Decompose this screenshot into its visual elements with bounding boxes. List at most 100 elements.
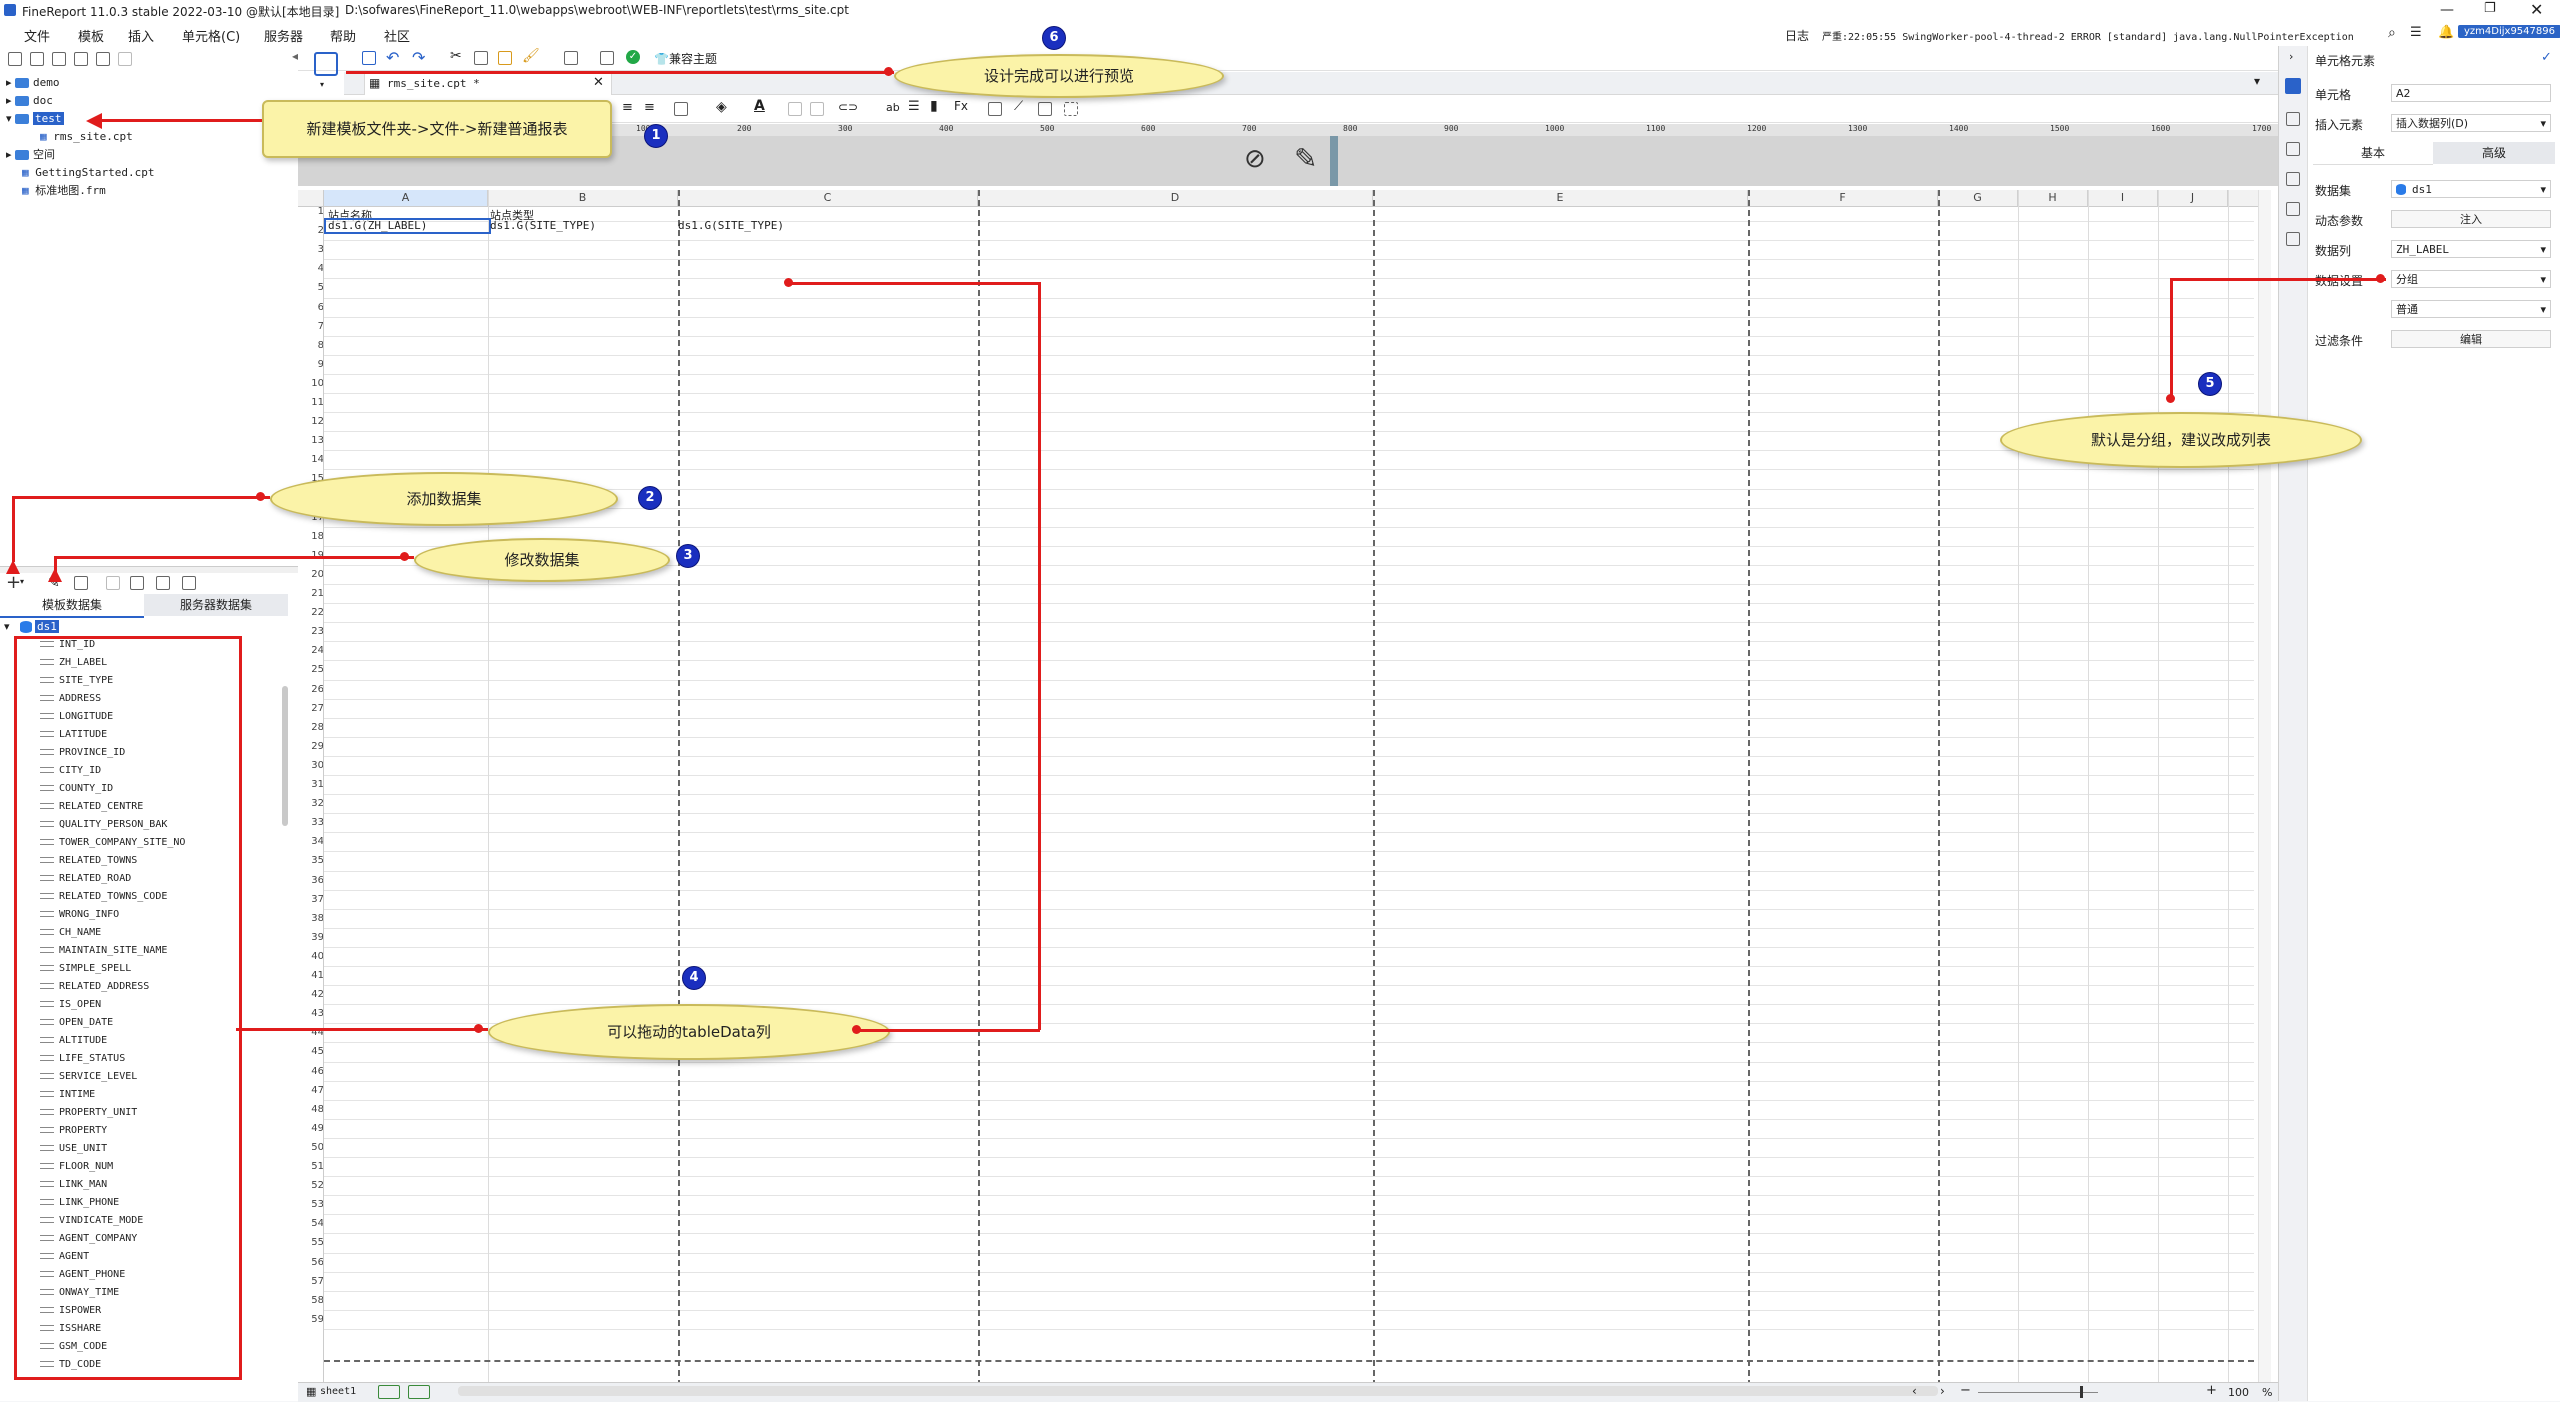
row-number[interactable]: 35 bbox=[298, 855, 324, 866]
dataset-tool-icon[interactable] bbox=[130, 576, 144, 590]
delete-icon[interactable] bbox=[96, 52, 110, 66]
inject-button[interactable]: 注入 bbox=[2391, 210, 2551, 228]
row-number[interactable]: 41 bbox=[298, 970, 324, 981]
merge-icon[interactable] bbox=[788, 102, 802, 116]
panel-divider[interactable] bbox=[0, 566, 298, 573]
cell-B2[interactable]: ds1.G(SITE_TYPE) bbox=[490, 219, 596, 232]
preview-button[interactable] bbox=[314, 52, 338, 76]
row-number[interactable]: 2 bbox=[298, 225, 324, 236]
row-number[interactable]: 7 bbox=[298, 321, 324, 332]
row-number[interactable]: 40 bbox=[298, 951, 324, 962]
column-header[interactable]: A bbox=[324, 190, 488, 206]
zoom-out-icon[interactable]: − bbox=[1960, 1383, 1971, 1398]
restore-icon[interactable]: ❐ bbox=[2484, 1, 2496, 16]
tree-folder-test[interactable]: ▾ test bbox=[6, 110, 64, 128]
tree-folder-space[interactable]: ▸ 空间 bbox=[6, 146, 55, 164]
align-right-icon[interactable]: ≡ bbox=[644, 100, 655, 115]
hyperlink-icon[interactable] bbox=[2286, 232, 2300, 246]
row-number[interactable]: 56 bbox=[298, 1257, 324, 1268]
row-number[interactable]: 36 bbox=[298, 875, 324, 886]
dataset-select[interactable]: ds1 ▾ bbox=[2391, 180, 2551, 198]
collapse-right-icon[interactable]: › bbox=[2289, 50, 2293, 63]
row-number[interactable]: 28 bbox=[298, 722, 324, 733]
tree-file-rms-site[interactable]: ▦ rms_site.cpt bbox=[40, 128, 133, 146]
row-number[interactable]: 45 bbox=[298, 1046, 324, 1057]
row-number[interactable]: 39 bbox=[298, 932, 324, 943]
column-header[interactable]: J bbox=[2158, 190, 2228, 206]
search-icon[interactable]: ⌕ bbox=[2388, 25, 2396, 41]
row-number[interactable]: 32 bbox=[298, 798, 324, 809]
template-icon[interactable] bbox=[564, 51, 578, 65]
row-number[interactable]: 26 bbox=[298, 684, 324, 695]
compat-theme-button[interactable]: 👕兼容主题 bbox=[654, 50, 717, 67]
row-number[interactable]: 31 bbox=[298, 779, 324, 790]
row-number[interactable]: 48 bbox=[298, 1104, 324, 1115]
grid-vertical-scrollbar[interactable] bbox=[2258, 190, 2271, 1386]
row-number[interactable]: 6 bbox=[298, 302, 324, 313]
row-number[interactable]: 27 bbox=[298, 703, 324, 714]
row-number[interactable]: 13 bbox=[298, 435, 324, 446]
tree-file-map[interactable]: ▦ 标准地图.frm bbox=[22, 182, 106, 200]
refresh-icon[interactable] bbox=[52, 52, 66, 66]
style-icon[interactable] bbox=[2286, 142, 2300, 156]
preview-dropdown-icon[interactable]: ▾ bbox=[320, 80, 324, 89]
insert-element-select[interactable]: 插入数据列(D) ▾ bbox=[2391, 114, 2551, 132]
slash-icon[interactable]: ⟋ bbox=[1014, 99, 1023, 114]
prev-page-icon[interactable]: ‹ bbox=[1912, 1384, 1917, 1398]
font-color-icon[interactable]: A bbox=[754, 98, 765, 114]
field-scrollbar[interactable] bbox=[282, 686, 288, 826]
frame-icon[interactable] bbox=[1064, 102, 1078, 116]
dataset-node[interactable]: ▾ ds1 bbox=[4, 618, 59, 636]
paste-icon[interactable] bbox=[498, 51, 512, 65]
image-icon[interactable] bbox=[988, 102, 1002, 116]
fill-icon[interactable]: ◈ bbox=[716, 99, 727, 115]
log-label[interactable]: 日志 bbox=[1785, 27, 1809, 44]
column-header[interactable]: I bbox=[2088, 190, 2158, 206]
zoom-slider-thumb[interactable] bbox=[2080, 1386, 2083, 1398]
edit-pencil-icon[interactable]: ✎ bbox=[1294, 142, 1317, 175]
widget-icon[interactable] bbox=[2286, 172, 2300, 186]
column-header[interactable]: G bbox=[1938, 190, 2018, 206]
row-number[interactable]: 53 bbox=[298, 1199, 324, 1210]
subreport-icon[interactable] bbox=[1038, 102, 1052, 116]
dataset-db-icon[interactable] bbox=[156, 576, 170, 590]
column-header[interactable]: D bbox=[978, 190, 1373, 206]
row-number[interactable]: 4 bbox=[298, 263, 324, 274]
row-number[interactable]: 57 bbox=[298, 1276, 324, 1287]
add-sheet-icon-2[interactable] bbox=[408, 1385, 430, 1399]
tab-basic[interactable]: 基本 bbox=[2313, 142, 2433, 165]
column-header[interactable]: C bbox=[678, 190, 978, 206]
bell-icon[interactable]: 🔔 bbox=[2438, 25, 2454, 40]
redo-icon[interactable]: ↷ bbox=[412, 48, 425, 67]
tab-menu-icon[interactable]: ▾ bbox=[2254, 74, 2260, 88]
row-number[interactable]: 51 bbox=[298, 1161, 324, 1172]
row-number[interactable]: 50 bbox=[298, 1142, 324, 1153]
condition-icon[interactable] bbox=[2286, 202, 2300, 216]
column-header[interactable]: F bbox=[1748, 190, 1938, 206]
collapse-icon[interactable] bbox=[74, 52, 88, 66]
row-number[interactable]: 25 bbox=[298, 664, 324, 675]
row-number[interactable]: 12 bbox=[298, 416, 324, 427]
close-tab-icon[interactable]: ✕ bbox=[593, 75, 604, 90]
zoom-in-icon[interactable]: + bbox=[2206, 1383, 2217, 1398]
paragraph-icon[interactable]: ☰ bbox=[908, 99, 920, 114]
menu-file[interactable]: 文件 bbox=[24, 26, 50, 45]
row-number[interactable]: 10 bbox=[298, 378, 324, 389]
row-number[interactable]: 47 bbox=[298, 1085, 324, 1096]
row-number[interactable]: 14 bbox=[298, 454, 324, 465]
horizontal-scrollbar[interactable] bbox=[458, 1386, 1938, 1396]
sheet-tab[interactable]: sheet1 bbox=[320, 1386, 356, 1397]
row-number[interactable]: 38 bbox=[298, 913, 324, 924]
row-number[interactable]: 29 bbox=[298, 741, 324, 752]
tree-file-gettingstarted[interactable]: ▦ GettingStarted.cpt bbox=[22, 164, 154, 182]
row-number[interactable]: 33 bbox=[298, 817, 324, 828]
row-number[interactable]: 20 bbox=[298, 569, 324, 580]
cut-icon[interactable]: ✂ bbox=[450, 48, 462, 64]
menu-template[interactable]: 模板 bbox=[78, 26, 104, 45]
open-icon[interactable] bbox=[30, 52, 44, 66]
cell-C2[interactable]: ds1.G(SITE_TYPE) bbox=[678, 219, 784, 232]
cell-A2[interactable]: ds1.G(ZH_LABEL) bbox=[328, 219, 427, 232]
menu-help[interactable]: 帮助 bbox=[330, 26, 356, 45]
link-icon[interactable]: ⊂⊃ bbox=[838, 100, 858, 114]
row-number[interactable]: 55 bbox=[298, 1237, 324, 1248]
